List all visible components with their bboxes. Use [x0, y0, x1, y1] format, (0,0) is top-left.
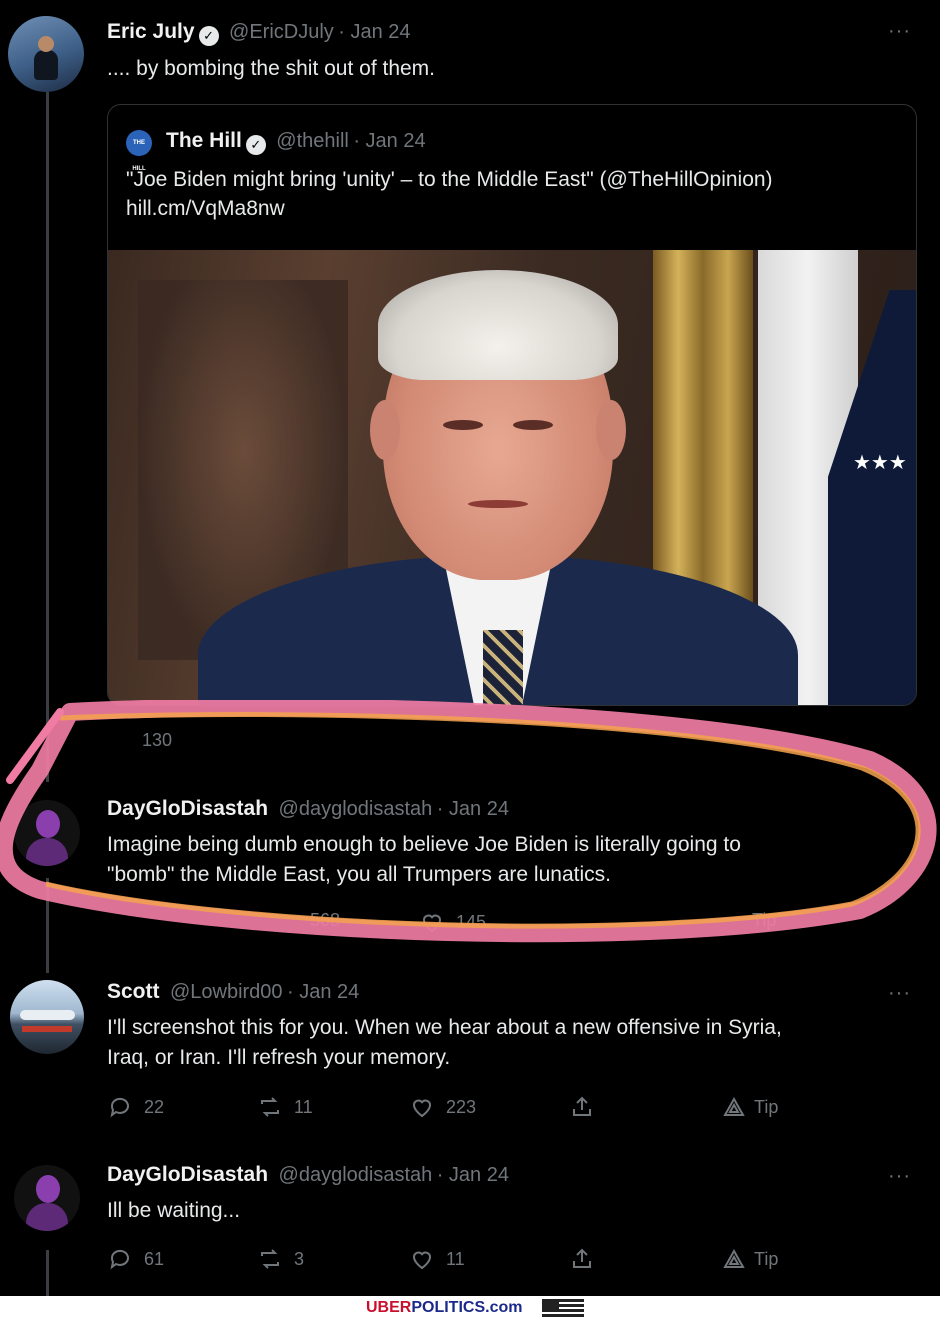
watermark-politics: POLITICS.com [411, 1299, 523, 1316]
reply-button[interactable]: 22 [108, 1095, 164, 1119]
tweet-date[interactable]: Jan 24 [299, 981, 359, 1003]
author-name[interactable]: Eric July [107, 20, 195, 43]
avatar-eric-july[interactable] [8, 16, 84, 92]
retweet-icon [261, 1097, 279, 1117]
avatar-dayglodisastah[interactable] [14, 1165, 80, 1231]
tip-icon [723, 1248, 745, 1268]
quoted-tweet-card[interactable]: THE HILL The Hill ✓ @thehill · Jan 24 "Jo… [107, 104, 917, 706]
heart-icon [412, 1251, 432, 1270]
us-flag-icon [542, 1299, 584, 1319]
reply-button[interactable]: 61 [108, 1247, 164, 1271]
share-icon [573, 1248, 591, 1268]
quoted-author-handle[interactable]: @thehill [276, 130, 349, 152]
reply-icon [110, 1097, 129, 1118]
like-button[interactable]: 11 [410, 1247, 465, 1271]
article-photo[interactable]: ★★★ [108, 250, 916, 705]
retweet-button[interactable]: 3 [258, 1247, 304, 1271]
thread-line-1 [46, 92, 49, 782]
author-handle[interactable]: @EricDJuly [229, 21, 334, 43]
the-hill-logo-icon: THE HILL [126, 130, 152, 172]
share-button[interactable] [570, 1247, 594, 1271]
tip-button[interactable]: Tip [722, 1247, 778, 1271]
tweet-date[interactable]: Jan 24 [350, 21, 410, 43]
watermark-uber: UBER [366, 1299, 412, 1316]
verified-badge-icon: ✓ [245, 135, 266, 155]
tweet-text-line-1: I'll screenshot this for you. When we he… [107, 1016, 782, 1039]
retweet-button[interactable]: 11 [258, 1095, 313, 1119]
tweet-text: .... by bombing the shit out of them. [107, 57, 436, 80]
quoted-text: "Joe Biden might bring 'unity' – to the … [126, 168, 773, 191]
author-handle[interactable]: @Lowbird00 [170, 981, 283, 1003]
marker-highlight [0, 700, 937, 943]
share-icon [573, 1096, 591, 1116]
author-handle[interactable]: @dayglodisastah [279, 1164, 433, 1186]
reply-icon [110, 1249, 129, 1270]
more-options-icon[interactable]: ··· [888, 1165, 911, 1188]
more-options-icon[interactable]: ··· [888, 20, 911, 43]
tweet-text: Ill be waiting... [107, 1199, 241, 1222]
share-button[interactable] [570, 1095, 594, 1119]
tweet-text-line-2: Iraq, or Iran. I'll refresh your memory. [107, 1046, 451, 1069]
thread-line-3 [46, 1250, 49, 1298]
avatar-scott[interactable] [10, 980, 84, 1054]
author-name[interactable]: DayGloDisastah [107, 1163, 268, 1186]
like-button[interactable]: 223 [410, 1095, 476, 1119]
tweet-date[interactable]: Jan 24 [449, 1164, 509, 1186]
retweet-icon [261, 1249, 279, 1269]
heart-icon [412, 1099, 432, 1118]
quoted-author-name[interactable]: The Hill [166, 129, 242, 152]
tip-button[interactable]: Tip [722, 1095, 778, 1119]
tip-icon [723, 1096, 745, 1116]
more-options-icon[interactable]: ··· [888, 982, 911, 1005]
watermark-footer: UBERPOLITICS.com [0, 1296, 940, 1322]
verified-badge-icon: ✓ [198, 26, 219, 46]
quoted-date: Jan 24 [365, 130, 426, 152]
author-name[interactable]: Scott [107, 980, 160, 1003]
quoted-link[interactable]: hill.cm/VqMa8nw [126, 194, 285, 224]
